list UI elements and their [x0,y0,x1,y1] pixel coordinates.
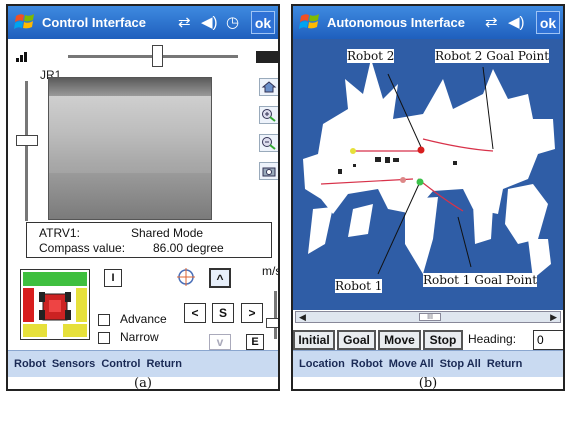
turn-right-button[interactable]: > [241,303,263,323]
robot-name: ATRV1: [39,226,80,240]
status-box: ATRV1: Shared Mode Compass value: 86.00 … [26,222,272,258]
speed-unit-label: m/s [262,264,280,278]
ok-button[interactable]: ok [536,11,560,34]
heading-input[interactable]: 0 [533,330,563,350]
menu-location[interactable]: Location [299,358,345,370]
ok-button[interactable]: ok [251,11,275,34]
compass-icon[interactable] [176,267,196,287]
title-bar: Control Interface ⇄ ◀︎) ◷ ok [8,6,278,39]
narrow-checkbox[interactable] [98,332,110,344]
menu-stop-all[interactable]: Stop All [440,358,481,370]
forward-button[interactable]: ^ [209,268,231,288]
speed-slider-track[interactable] [274,291,277,339]
figure-caption: (b) [418,376,438,391]
camera-view [48,77,212,220]
move-button[interactable]: Move [378,330,421,350]
backward-button[interactable]: v [209,334,231,350]
advance-label: Advance [120,312,167,326]
menu-return[interactable]: Return [146,358,181,370]
scroll-left-arrow[interactable]: ◀ [299,312,306,322]
camera-tilt-slider-track[interactable] [25,81,28,221]
window-title: Autonomous Interface [327,15,465,30]
initial-button[interactable]: Initial [293,330,335,350]
autonomous-interface-panel: Autonomous Interface ⇄ ◀︎) ok Robot 2 Ro… [291,4,565,391]
narrow-label: Narrow [120,330,159,344]
stop-button[interactable]: Stop [423,330,463,350]
stop-button[interactable]: S [212,303,234,323]
heading-label: Heading: [468,332,517,346]
mode-value: Shared Mode [131,226,204,240]
camera-tilt-slider-thumb[interactable] [16,135,38,146]
compass-label: Compass value: [39,241,126,255]
menu-robot[interactable]: Robot [351,358,383,370]
scroll-right-arrow[interactable]: ▶ [550,312,557,322]
robot2-label: Robot 2 [347,49,395,63]
map-view[interactable]: Robot 2 Robot 2 Goal Point Robot 1 Robot… [293,39,563,310]
i-button[interactable]: I [104,269,122,287]
windows-logo-icon[interactable] [299,12,321,32]
e-button[interactable]: E [246,334,264,350]
menu-return[interactable]: Return [487,358,522,370]
home-icon[interactable] [259,78,278,96]
robot1-marker[interactable] [416,178,424,186]
compass-value: 86.00 degree [153,241,224,255]
robot2-goal-label: Robot 2 Goal Point [435,49,550,63]
goal-button[interactable]: Goal [337,330,376,350]
map-horizontal-scrollbar[interactable]: ◀ III ▶ [295,311,561,323]
camera-icon[interactable] [259,162,278,180]
signal-icon [16,52,27,62]
windows-logo-icon[interactable] [14,12,36,32]
battery-icon [256,51,278,63]
menu-sensors[interactable]: Sensors [52,358,95,370]
turn-left-button[interactable]: < [184,303,206,323]
speed-slider-thumb[interactable] [266,318,278,328]
robot2-marker[interactable] [417,146,425,154]
volume-icon[interactable]: ◀︎) [508,13,525,31]
zoom-in-icon[interactable] [259,106,278,124]
menu-control[interactable]: Control [101,358,140,370]
control-interface-panel: Control Interface ⇄ ◀︎) ◷ ok JR1 ATRV1: … [6,4,280,391]
connectivity-icon[interactable]: ⇄ [485,13,498,31]
zoom-out-icon[interactable] [259,134,278,152]
robot1-goal-label: Robot 1 Goal Point [423,273,538,287]
figure-caption: (a) [134,376,152,391]
robot-sensor-pad [20,269,90,340]
menu-bar: Location Robot Move All Stop All Return [293,350,563,377]
robot1-label: Robot 1 [335,279,383,293]
connectivity-icon[interactable]: ⇄ [178,13,191,31]
volume-icon[interactable]: ◀︎) [201,13,218,31]
menu-bar: Robot Sensors Control Return [8,350,278,377]
clock-icon[interactable]: ◷ [226,13,239,31]
window-title: Control Interface [42,15,147,30]
scrollbar-thumb[interactable]: III [419,313,441,321]
advance-checkbox[interactable] [98,314,110,326]
menu-robot[interactable]: Robot [14,358,46,370]
title-bar: Autonomous Interface ⇄ ◀︎) ok [293,6,563,39]
camera-pan-slider-thumb[interactable] [152,45,163,67]
menu-move-all[interactable]: Move All [389,358,434,370]
